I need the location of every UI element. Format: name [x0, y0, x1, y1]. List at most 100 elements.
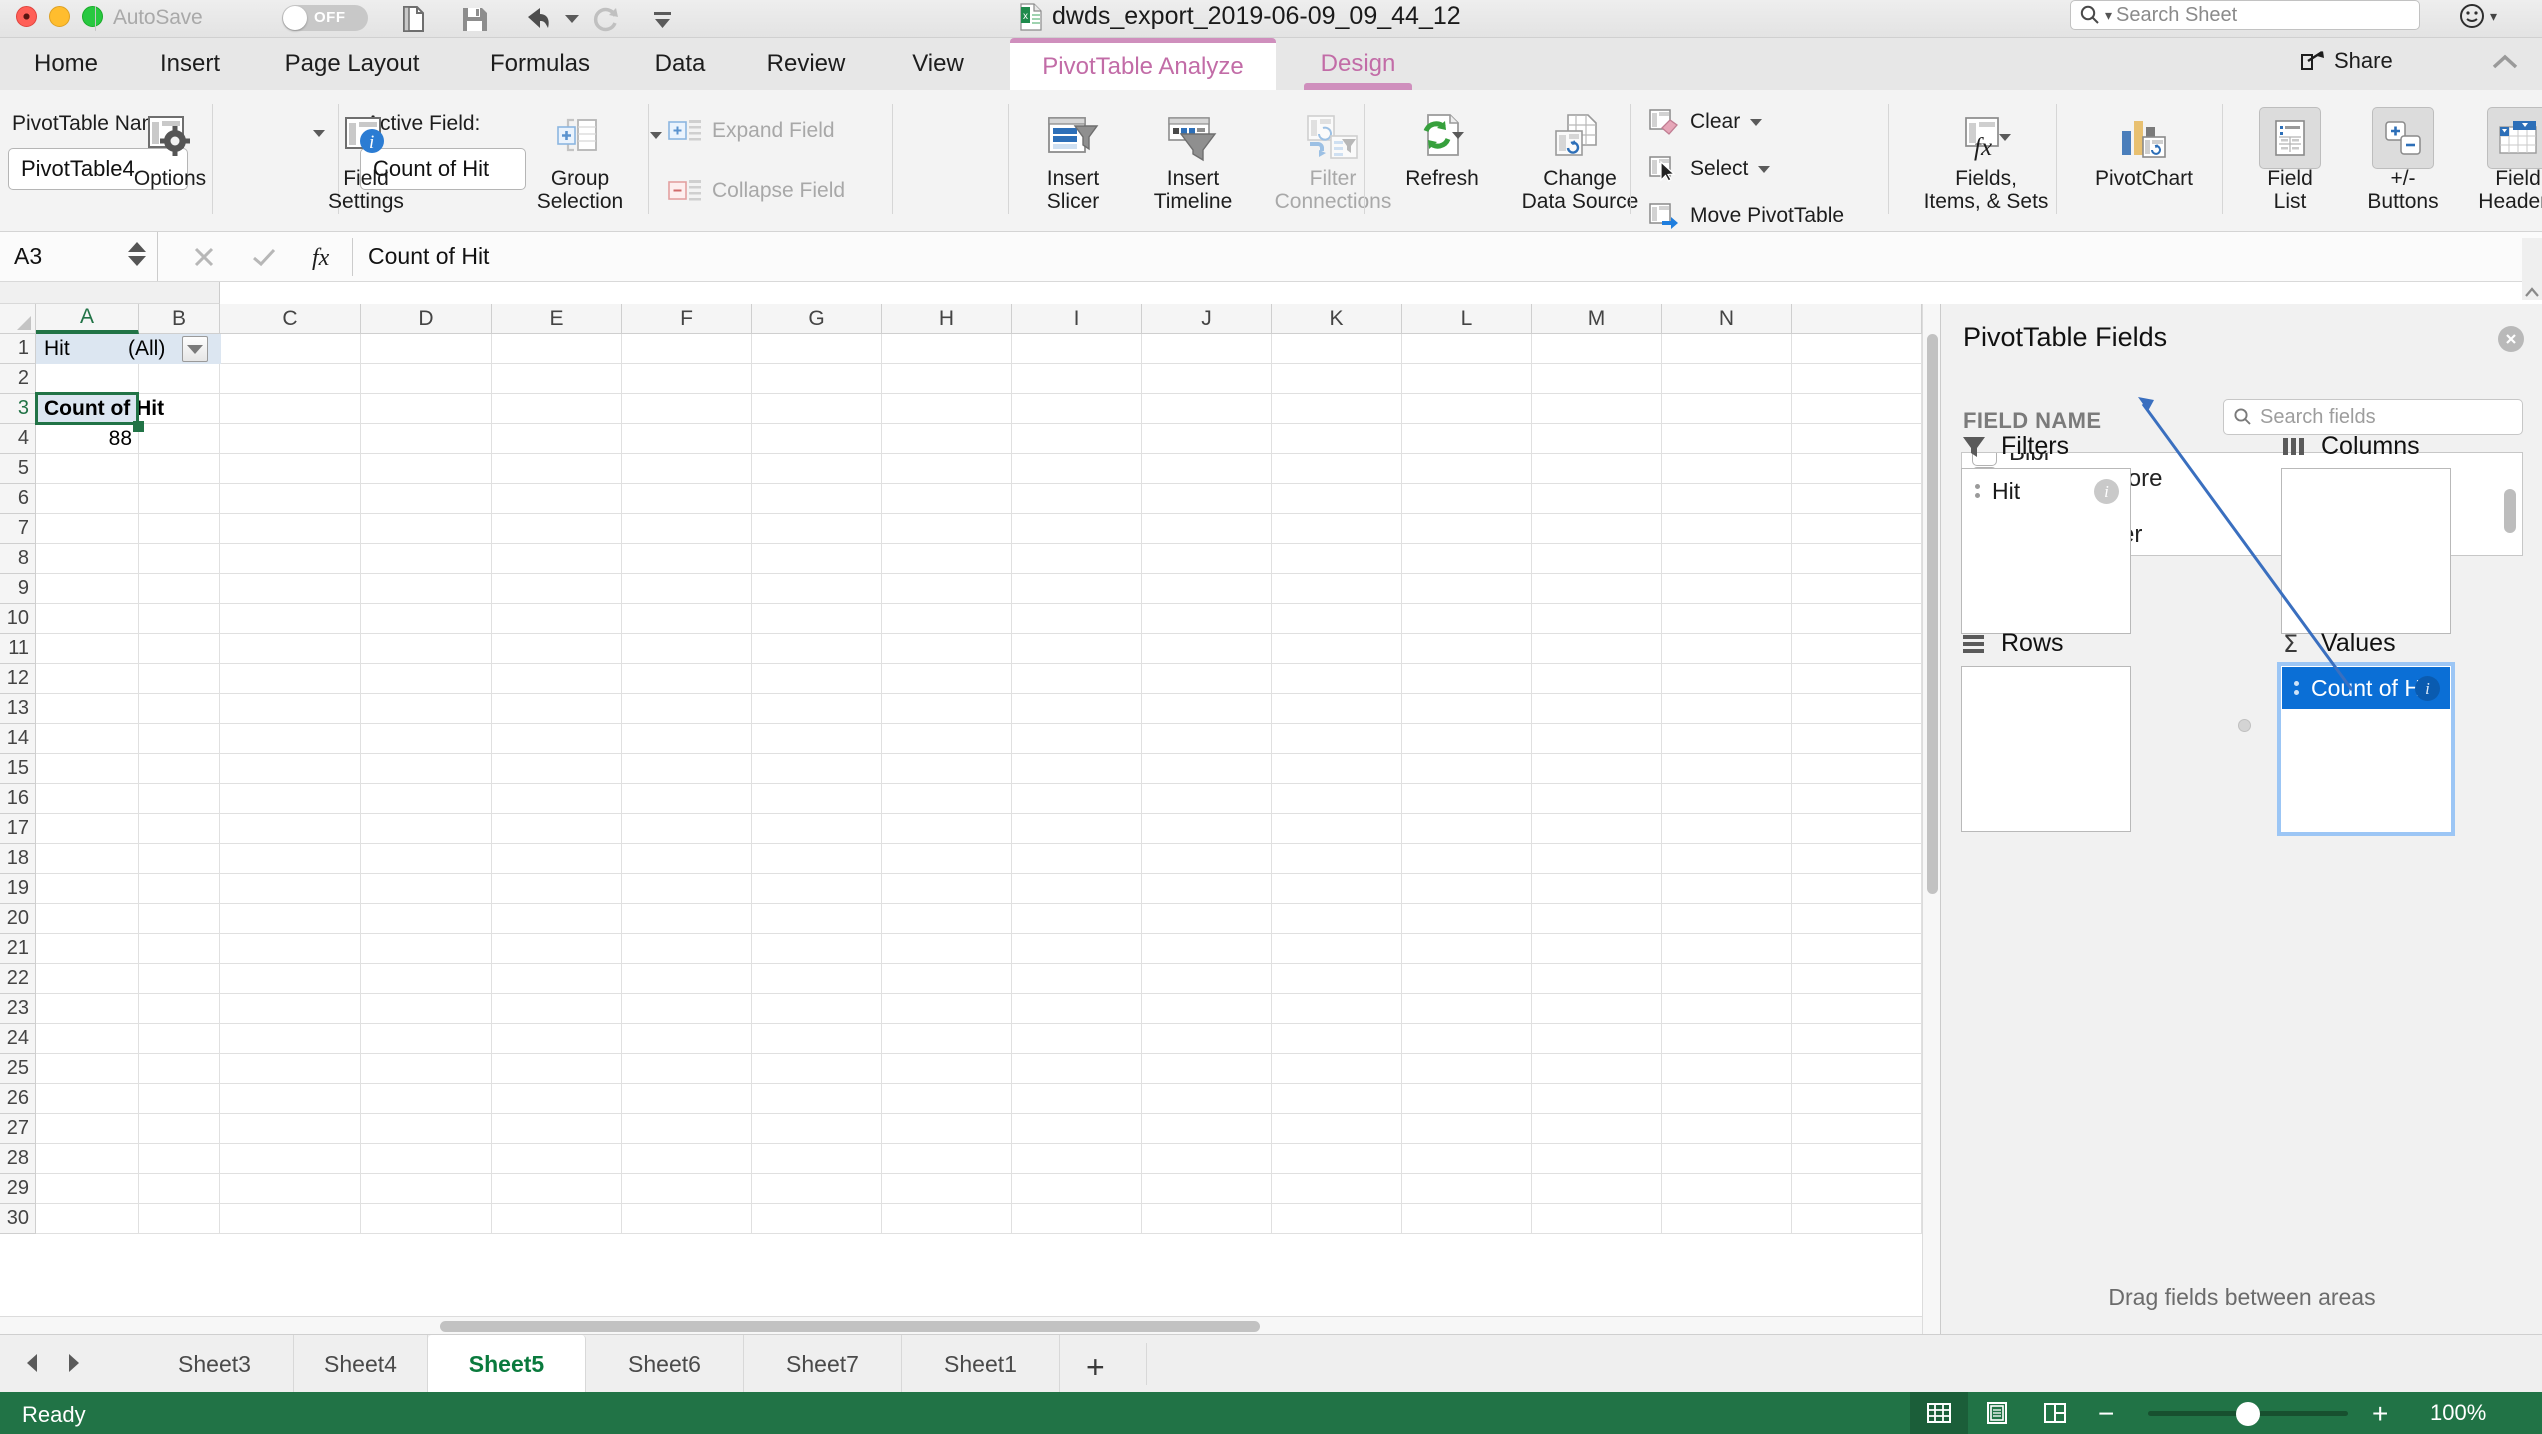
row-header-8[interactable]: 8 — [0, 544, 36, 574]
grid-cell[interactable] — [36, 1084, 139, 1114]
grid-cell[interactable] — [361, 904, 492, 934]
grid-cell[interactable] — [1532, 874, 1662, 904]
row-header-16[interactable]: 16 — [0, 784, 36, 814]
fill-handle[interactable] — [133, 421, 144, 432]
grid-cell[interactable] — [752, 664, 882, 694]
grid-cell[interactable] — [1662, 694, 1792, 724]
grid-cell[interactable] — [882, 1114, 1012, 1144]
grid-cell[interactable] — [1272, 544, 1402, 574]
grid-cell[interactable] — [1532, 604, 1662, 634]
grid-cell[interactable] — [882, 604, 1012, 634]
page-break-view-icon[interactable] — [2026, 1392, 2084, 1434]
tab-data[interactable]: Data — [638, 38, 722, 90]
new-from-template-icon[interactable] — [395, 4, 431, 34]
grid-cell[interactable] — [492, 634, 622, 664]
search-fields-input[interactable]: Search fields — [2223, 399, 2523, 435]
grid-cell[interactable] — [1662, 514, 1792, 544]
grid-cell[interactable] — [1532, 394, 1662, 424]
grid-cell[interactable] — [1012, 634, 1142, 664]
grid-cell[interactable] — [1402, 604, 1532, 634]
grid-cell[interactable] — [1402, 1204, 1532, 1234]
grid-cell[interactable] — [1272, 1054, 1402, 1084]
grid-cell[interactable] — [492, 904, 622, 934]
grid-cell[interactable] — [1532, 724, 1662, 754]
grid-cell[interactable] — [1532, 964, 1662, 994]
grid-cell[interactable] — [220, 784, 361, 814]
grid-cell[interactable] — [622, 394, 752, 424]
grid-cell[interactable] — [1272, 634, 1402, 664]
grid-cell[interactable] — [361, 1024, 492, 1054]
row-header-27[interactable]: 27 — [0, 1114, 36, 1144]
insert-timeline-button[interactable]: Insert Timeline — [1128, 112, 1258, 213]
grid-cell[interactable] — [1142, 904, 1272, 934]
save-icon[interactable] — [458, 4, 494, 34]
grid-cell[interactable] — [492, 514, 622, 544]
grid-cell[interactable] — [1532, 454, 1662, 484]
grid-cell[interactable] — [752, 394, 882, 424]
grid-cell[interactable] — [1402, 994, 1532, 1024]
share-button[interactable]: Share — [2300, 48, 2393, 74]
grid-cell[interactable] — [220, 754, 361, 784]
grid-cell[interactable] — [1792, 874, 1922, 904]
grid-cell[interactable] — [361, 784, 492, 814]
grid-cell[interactable] — [1792, 1174, 1922, 1204]
grid-cell[interactable] — [622, 484, 752, 514]
close-icon[interactable] — [2498, 326, 2524, 352]
row-header-4[interactable]: 4 — [0, 424, 36, 454]
grid-cell[interactable] — [220, 1174, 361, 1204]
field-headers-toggle[interactable]: Field Headers — [2456, 107, 2542, 213]
grid-cell[interactable] — [36, 1114, 139, 1144]
grid-cell[interactable] — [492, 994, 622, 1024]
grid-cell[interactable] — [1012, 934, 1142, 964]
tab-page-layout[interactable]: Page Layout — [262, 38, 442, 90]
grid-cell[interactable] — [1532, 784, 1662, 814]
drag-grip-icon[interactable] — [2294, 681, 2299, 695]
grid-cell[interactable] — [1272, 364, 1402, 394]
grid-cell[interactable] — [1012, 484, 1142, 514]
grid-cell[interactable] — [1012, 1144, 1142, 1174]
grid-cell[interactable] — [1012, 1204, 1142, 1234]
grid-cell[interactable] — [139, 724, 220, 754]
grid-cell[interactable] — [139, 934, 220, 964]
grid-cell[interactable] — [1532, 1144, 1662, 1174]
grid-cell[interactable] — [1142, 394, 1272, 424]
grid-cell[interactable] — [361, 454, 492, 484]
grid-cell[interactable] — [622, 874, 752, 904]
grid-cell[interactable] — [139, 484, 220, 514]
grid-cell[interactable] — [622, 844, 752, 874]
grid-cell[interactable] — [1402, 394, 1532, 424]
grid-cell[interactable] — [36, 724, 139, 754]
grid-cell[interactable] — [492, 364, 622, 394]
grid-cell[interactable] — [1142, 604, 1272, 634]
sheet-tab-sheet3[interactable]: Sheet3 — [136, 1335, 294, 1393]
grid-cell[interactable] — [752, 904, 882, 934]
grid-cell[interactable] — [622, 454, 752, 484]
grid-cell[interactable] — [36, 604, 139, 634]
grid-cell[interactable] — [492, 784, 622, 814]
move-pivottable-button[interactable]: Move PivotTable — [1648, 202, 1844, 230]
grid-cell[interactable] — [1402, 814, 1532, 844]
grid-cell[interactable] — [1272, 964, 1402, 994]
grid-cell[interactable] — [622, 754, 752, 784]
grid-cell[interactable] — [492, 454, 622, 484]
grid-cell[interactable] — [139, 1144, 220, 1174]
grid-cell[interactable] — [220, 1054, 361, 1084]
maximize-window-button[interactable] — [82, 6, 103, 27]
grid-cell[interactable] — [1142, 1174, 1272, 1204]
grid-cell[interactable] — [1142, 1054, 1272, 1084]
grid-cell[interactable] — [1792, 574, 1922, 604]
grid-cell[interactable] — [1142, 1114, 1272, 1144]
grid-cell[interactable] — [1662, 544, 1792, 574]
column-header-I[interactable]: I — [1012, 304, 1142, 334]
grid-cell[interactable] — [361, 964, 492, 994]
grid-cell[interactable] — [1012, 1114, 1142, 1144]
grid-cell[interactable] — [1792, 484, 1922, 514]
grid-cell[interactable] — [361, 1204, 492, 1234]
grid-cell[interactable] — [139, 874, 220, 904]
grid-cell[interactable] — [492, 814, 622, 844]
grid-cell[interactable] — [361, 604, 492, 634]
grid-cell[interactable] — [882, 544, 1012, 574]
grid-cell[interactable] — [36, 814, 139, 844]
grid-cell[interactable] — [1792, 784, 1922, 814]
grid-cell[interactable] — [139, 424, 220, 454]
